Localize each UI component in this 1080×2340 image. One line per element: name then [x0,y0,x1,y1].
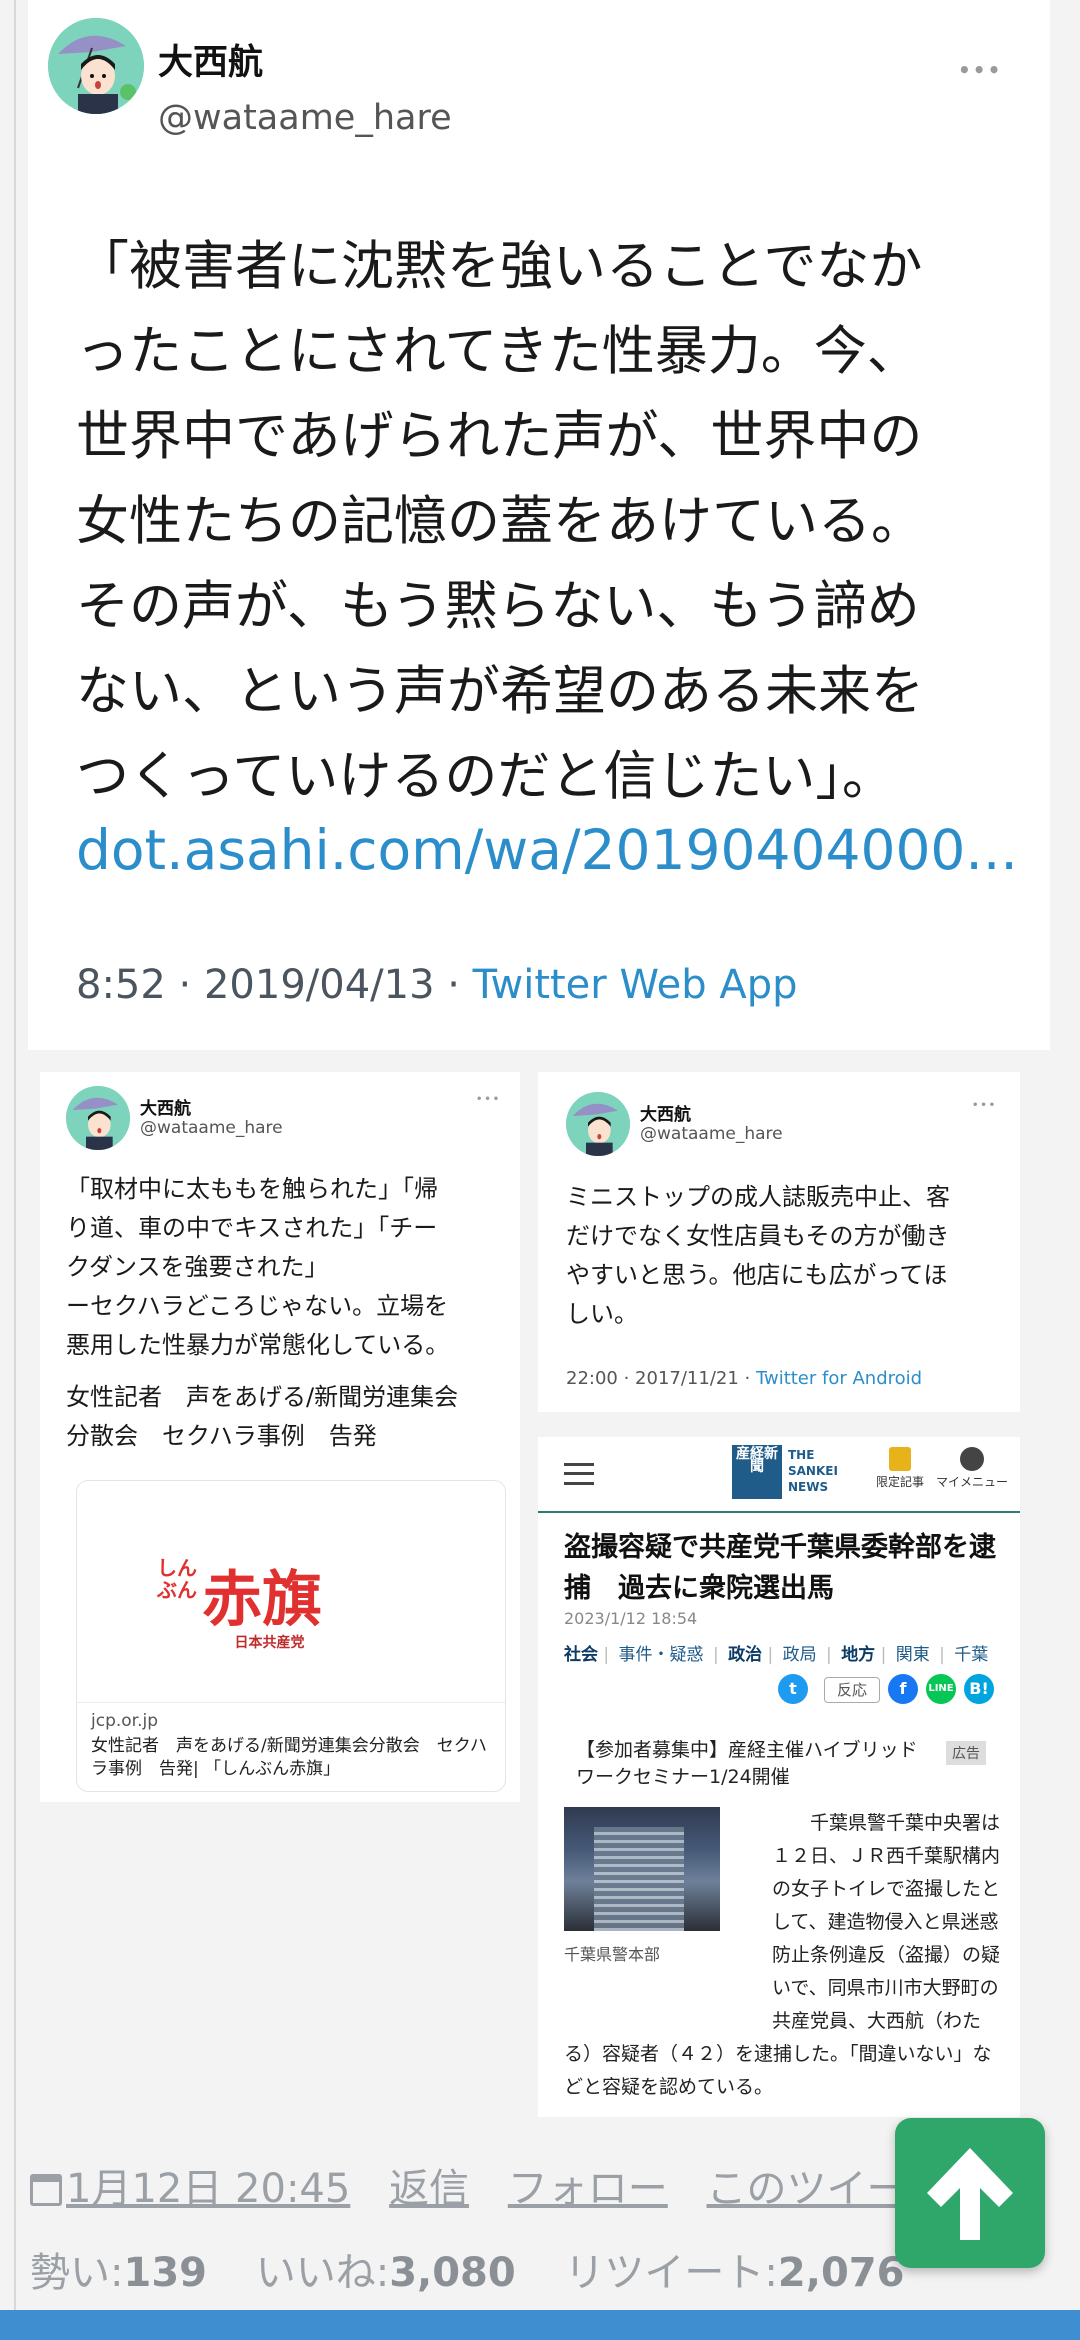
category-tag[interactable]: 社会 [564,1645,598,1665]
line-share-icon[interactable]: LINE [926,1674,956,1704]
tweet-line: 女性記者 声をあげる/新聞労連集会 [66,1383,459,1411]
photo-caption: 千葉県警本部 [564,1945,661,1964]
category-tag[interactable]: 関東 [896,1645,930,1665]
akahata-logo: しんぶん 赤旗 日本共産党 [157,1551,322,1652]
tweet-line: 分散会 セクハラ事例 告発 [66,1422,377,1450]
likes-label: いいね: [255,2250,390,2296]
page-edge-line [14,0,16,2310]
link-title: 女性記者 声をあげる/新聞労連集会分散会 セクハラ事例 告発| 「しんぶん赤旗」 [91,1736,487,1779]
tweet-link[interactable]: dot.asahi.com/wa/20190404000... [76,818,1018,882]
tweet-time: 8:52 · 2019/04/13 · [76,962,473,1008]
tweet-line: その声が、もう黙らない、もう諦め [76,576,920,637]
tweet-line: つくっていけるのだと信じたい」。 [76,746,895,807]
momentum-value: 139 [123,2250,207,2296]
logo-main-text: 赤旗 [202,1565,323,1635]
tweet-time: 22:00 · 2017/11/21 · [566,1368,756,1389]
more-options-icon[interactable]: ••• [958,58,1002,82]
tweet-source-link[interactable]: Twitter Web App [473,962,798,1008]
embedded-tweet-left[interactable]: 大西航 @wataame_hare ••• 「取材中に太ももを触られた」「帰 り… [40,1072,520,1802]
tweet-line: 「被害者に沈黙を強いることでなか [76,236,923,297]
ad-badge: 広告 [946,1741,986,1765]
tweet-line: ったことにされてきた性暴力。今、 [76,321,920,382]
facebook-share-icon[interactable]: f [888,1674,918,1704]
my-menu-button[interactable]: マイメニュー [936,1447,1008,1490]
category-tag[interactable]: 政治 [728,1645,762,1665]
sankei-logo-en: THE SANKEI NEWS [788,1448,838,1494]
limited-articles-button[interactable]: 限定記事 [876,1447,924,1490]
logo-sub-text: 日本共産党 [234,1635,305,1651]
author-name[interactable]: 大西航 [140,1094,191,1119]
tweet-line: 世界中であげられた声が、世界中の [76,406,923,467]
author-name[interactable]: 大西航 [158,34,263,85]
avatar[interactable] [66,1086,130,1150]
arrow-up-icon [927,2148,1013,2240]
reaction-button[interactable]: 反応 [824,1677,880,1703]
tweet-line: 悪用した性暴力が常態化している。 [66,1331,450,1359]
more-options-icon[interactable]: ••• [476,1094,501,1105]
tweet-line: ミニストップの成人誌販売中止、客 [566,1183,950,1211]
sankei-logo[interactable]: 産経新聞 [732,1445,782,1499]
retweets-value: 2,076 [777,2250,905,2296]
avatar[interactable] [566,1092,630,1156]
author-name[interactable]: 大西航 [640,1100,691,1125]
main-tweet-card[interactable]: 大西航 @wataame_hare ••• 「被害者に沈黙を強いることでなか っ… [28,0,1050,1050]
ad-text[interactable]: 【参加者募集中】産経主催ハイブリッドワークセミナー1/24開催 [576,1737,936,1791]
user-icon [960,1447,984,1471]
police-hq-photo [564,1807,720,1931]
tweet-line: 女性たちの記憶の蓋をあけている。 [76,491,924,552]
tweet-line: しい。 [566,1300,638,1328]
news-categories: 社会 | 事件・疑惑 | 政治 | 政局 | 地方 | 関東 | 千葉 [564,1645,989,1665]
logo-small-text: しんぶん [157,1556,197,1602]
author-handle[interactable]: @wataame_hare [140,1118,283,1138]
likes-value: 3,080 [389,2250,516,2296]
news-date: 2023/1/12 18:54 [564,1609,698,1628]
category-tag[interactable]: 千葉 [954,1645,988,1665]
follow-link[interactable]: フォロー [508,2166,668,2212]
tweet-stats: 勢い:139 いいね:3,080 リツイート:2,076 [30,2240,940,2298]
tweet-text: 「被害者に沈黙を強いることでなか ったことにされてきた性暴力。今、 世界中であげ… [76,224,1036,819]
more-options-icon[interactable]: ••• [972,1100,997,1111]
tweet-line: ない、という声が希望のある未来を [76,661,924,722]
bottom-bar [0,2310,1080,2340]
tweet-meta: 22:00 · 2017/11/21 · Twitter for Android [566,1368,922,1389]
link-preview-image: しんぶん 赤旗 日本共産党 [77,1481,505,1703]
tweet-text: 「取材中に太ももを触られた」「帰 り道、車の中でキスされた」「チー クダンスを強… [66,1170,506,1365]
tweet-source-link[interactable]: Twitter for Android [756,1368,922,1389]
tweet-line: やすいと思う。他店にも広がってほ [566,1261,948,1289]
reply-link[interactable]: 返信 [389,2166,469,2212]
news-headline: 盗撮容疑で共産党千葉県委幹部を逮捕 過去に衆院選出馬 [564,1532,996,1604]
category-tag[interactable]: 地方 [841,1645,875,1665]
avatar[interactable] [48,18,144,114]
tweet-text: ミニストップの成人誌販売中止、客 だけでなく女性店員もその方が働き やすいと思う… [566,1178,1006,1334]
embedded-tweet-right[interactable]: 大西航 @wataame_hare ••• ミニストップの成人誌販売中止、客 だ… [538,1072,1020,1412]
news-header: 産経新聞 THE SANKEI NEWS 限定記事 マイメニュー [538,1437,1020,1513]
link-domain: jcp.or.jp [91,1711,159,1731]
link-preview-card[interactable]: しんぶん 赤旗 日本共産党 jcp.or.jp 女性記者 声をあげる/新聞労連集… [76,1480,506,1792]
tweet-line: だけでなく女性店員もその方が働き [566,1222,950,1250]
tweet-line: クダンスを強要された」 [66,1253,329,1281]
tweet-line: ーセクハラどころじゃない。立場を [66,1292,449,1320]
tweet-line: 「取材中に太ももを触られた」「帰 [66,1175,438,1203]
news-article-screenshot: 産経新聞 THE SANKEI NEWS 限定記事 マイメニュー 盗撮容疑で共産… [538,1437,1020,2117]
hatena-share-icon[interactable]: B! [964,1674,994,1704]
calendar-icon [30,2174,62,2206]
date-link[interactable]: 1月12日 20:45 [66,2166,350,2212]
hamburger-menu-icon[interactable] [564,1463,594,1485]
momentum-label: 勢い: [30,2250,124,2296]
lock-icon [889,1447,911,1471]
twitter-share-icon[interactable]: t [778,1674,808,1704]
tweet-meta: 8:52 · 2019/04/13 · Twitter Web App [76,962,798,1008]
category-tag[interactable]: 事件・疑惑 [619,1645,704,1665]
scroll-to-top-button[interactable] [895,2118,1045,2268]
retweets-label: リツイート: [564,2250,778,2296]
tweet-line: り道、車の中でキスされた」「チー [66,1214,438,1242]
category-tag[interactable]: 政局 [783,1645,817,1665]
tweet-actions: 1月12日 20:45 返信 フォロー このツイート [30,2156,973,2214]
author-handle[interactable]: @wataame_hare [640,1124,783,1144]
tweet-text-headline: 女性記者 声をあげる/新聞労連集会 分散会 セクハラ事例 告発 [66,1378,506,1456]
author-handle[interactable]: @wataame_hare [158,98,452,138]
